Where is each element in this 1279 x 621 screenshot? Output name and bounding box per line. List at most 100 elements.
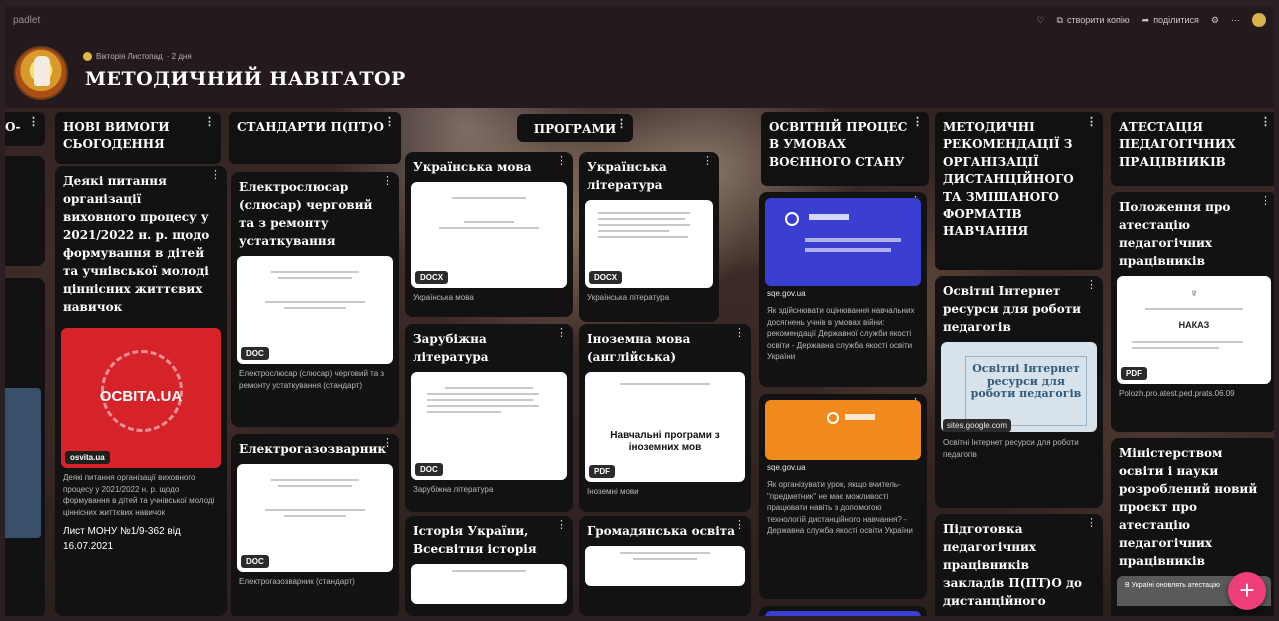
post-title: Міністерством освіти і науки розроблений… xyxy=(1119,446,1258,568)
section-header-2[interactable]: СТАНДАРТИ П(ПТ)О ⋮ xyxy=(229,112,401,164)
post-card[interactable]: ⋮ Освітні Інтернет ресурси для роботи пе… xyxy=(935,276,1103,508)
post-description: Деякі питання організації виховного проц… xyxy=(63,473,215,517)
source-domain: sites.google.com xyxy=(935,418,1103,433)
padlet-brand[interactable]: padlet xyxy=(13,15,40,26)
post-card[interactable]: ⋮ sqe.gov.ua Як організувати урок, якщо … xyxy=(759,394,927,599)
author-line: Вікторія Листопад · 2 дня xyxy=(83,52,192,61)
post-card[interactable]: ⋮ Українська мова DOCX Українська мова xyxy=(405,152,573,317)
kebab-icon[interactable]: ⋮ xyxy=(1086,518,1097,529)
avatar[interactable] xyxy=(1252,13,1266,27)
post-card[interactable] xyxy=(5,278,45,616)
kebab-icon[interactable]: ⋮ xyxy=(204,116,215,127)
osvita-logo-image: ОСВІТА.UA osvita.ua xyxy=(61,328,221,468)
share-label: поділитися xyxy=(1153,15,1199,25)
kebab-icon[interactable]: ⋮ xyxy=(556,156,567,167)
kebab-icon[interactable]: ⋮ xyxy=(1086,280,1097,291)
post-description: Зарубіжна література xyxy=(413,485,494,494)
section-header-1[interactable]: НОВІ ВИМОГИ СЬОГОДЕННЯ ⋮ xyxy=(55,112,221,164)
post-title: Електрогазозварник xyxy=(239,442,387,456)
banner-line xyxy=(805,248,891,252)
kebab-icon[interactable]: ⋮ xyxy=(210,170,221,181)
building-image xyxy=(5,388,41,538)
board-logo xyxy=(14,46,68,100)
document-preview: DOC xyxy=(411,372,567,480)
section-header-5[interactable]: МЕТОДИЧНІ РЕКОМЕНДАЦІЇ З ОРГАНІЗАЦІЇ ДИС… xyxy=(935,112,1103,270)
kebab-icon[interactable]: ⋮ xyxy=(28,116,39,127)
section-title: НОВІ ВИМОГИ СЬОГОДЕННЯ xyxy=(63,120,170,152)
kebab-icon[interactable]: ⋮ xyxy=(616,118,627,129)
post-description: Іноземні мови xyxy=(587,487,639,496)
author-name[interactable]: Вікторія Листопад xyxy=(96,52,163,61)
post-card[interactable]: ⋮ Електрослюсар (слюсар) черговий та з р… xyxy=(231,172,399,427)
add-post-button[interactable]: + xyxy=(1228,572,1266,610)
post-card[interactable]: ⋮ Підготовка педагогічних працівників за… xyxy=(935,514,1103,616)
document-preview: DOCX xyxy=(585,200,713,288)
kebab-icon[interactable]: ⋮ xyxy=(912,116,923,127)
remake-label: створити копію xyxy=(1066,15,1130,25)
kebab-icon[interactable]: ⋮ xyxy=(1260,196,1271,207)
post-title: Положення про атестацію педагогічних пра… xyxy=(1119,200,1231,268)
post-card[interactable]: ⋮ sqe.gov.ua Як здійснювати оцінювання н… xyxy=(759,192,927,387)
section-title: О- xyxy=(5,120,21,134)
section-header-4[interactable]: ОСВІТНІЙ ПРОЦЕС В УМОВАХ ВОЄННОГО СТАНУ … xyxy=(761,112,929,186)
section-header-3[interactable]: ПРОГРАМИ ⋮ xyxy=(517,114,633,142)
section-header-6[interactable]: АТЕСТАЦІЯ ПЕДАГОГІЧНИХ ПРАЦІВНИКІВ ⋮ xyxy=(1111,112,1274,186)
heart-icon[interactable]: ♡ xyxy=(1036,15,1044,26)
post-card[interactable] xyxy=(759,606,927,616)
post-card[interactable]: ⋮ Положення про атестацію педагогічних п… xyxy=(1111,192,1274,432)
post-title: Підготовка педагогічних працівників закл… xyxy=(943,522,1082,608)
file-type-badge: PDF xyxy=(1121,367,1147,380)
more-button[interactable]: ··· xyxy=(1231,15,1240,25)
section-header-0[interactable]: О- ⋮ xyxy=(5,112,45,146)
document-lines xyxy=(601,551,729,564)
banner-line xyxy=(805,238,901,242)
padlet-board: padlet ♡ ⧉ створити копію ➦ поділитися ⚙ ·… xyxy=(5,6,1274,616)
document-preview: DOCX xyxy=(411,182,567,288)
post-card[interactable]: ⋮ Іноземна мова (англійська) Навчальні п… xyxy=(579,324,751,512)
file-type-badge: DOC xyxy=(241,347,269,360)
file-type-badge: PDF xyxy=(589,465,615,478)
thumbnail-heading: Навчальні програми з іноземних мов xyxy=(610,430,720,453)
kebab-icon[interactable]: ⋮ xyxy=(734,328,745,339)
document-heading: НАКАЗ xyxy=(1178,320,1210,330)
kebab-icon[interactable]: ⋮ xyxy=(382,176,393,187)
kebab-icon[interactable]: ⋮ xyxy=(556,520,567,531)
document-lines xyxy=(253,479,378,521)
gear-icon[interactable]: ⚙ xyxy=(1211,15,1219,26)
post-title: Історія України, Всесвітня історія xyxy=(413,524,537,556)
file-type-badge: DOC xyxy=(415,463,443,476)
post-card[interactable]: ⋮ Громадянська освіта xyxy=(579,516,751,616)
source-badge: osvita.ua xyxy=(65,451,110,464)
post-title: Зарубіжна література xyxy=(413,332,489,364)
kebab-icon[interactable]: ⋮ xyxy=(1086,116,1097,127)
post-description: Як здійснювати оцінювання навчальних дос… xyxy=(767,306,915,362)
post-card[interactable]: ⋮ Зарубіжна література DOC Зарубіжна літ… xyxy=(405,324,573,512)
document-lines xyxy=(426,387,552,417)
post-card[interactable]: ⋮ Деякі питання організації виховного пр… xyxy=(55,166,227,616)
kebab-icon[interactable]: ⋮ xyxy=(1260,116,1271,127)
author-avatar xyxy=(83,52,92,61)
post-title: Деякі питання організації виховного проц… xyxy=(63,174,210,314)
section-title: МЕТОДИЧНІ РЕКОМЕНДАЦІЇ З ОРГАНІЗАЦІЇ ДИС… xyxy=(943,120,1074,239)
banner-line xyxy=(809,214,849,220)
file-type-badge: DOCX xyxy=(589,271,623,284)
kebab-icon[interactable]: ⋮ xyxy=(382,438,393,449)
post-card[interactable]: ⋮ Українська література DOCX Українська … xyxy=(579,152,719,322)
document-lines xyxy=(253,271,378,313)
post-card[interactable]: ⋮ Електрогазозварник DOC Електрогазозвар… xyxy=(231,434,399,616)
remake-button[interactable]: ⧉ створити копію xyxy=(1057,15,1130,26)
post-footer: Лист МОНУ №1/9-362 від 16.07.2021 xyxy=(63,526,181,553)
banner-line xyxy=(845,414,875,420)
board-title: МЕТОДИЧНИЙ НАВІГАТОР xyxy=(85,68,406,90)
kebab-icon[interactable]: ⋮ xyxy=(556,328,567,339)
share-button[interactable]: ➦ поділитися xyxy=(1142,15,1199,26)
document-lines xyxy=(1132,308,1255,314)
post-description: Українська література xyxy=(587,293,670,302)
post-card[interactable] xyxy=(5,156,45,266)
post-card[interactable]: ⋮ Історія України, Всесвітня історія xyxy=(405,516,573,616)
kebab-icon[interactable]: ⋮ xyxy=(702,156,713,167)
document-preview: DOC xyxy=(237,464,393,572)
kebab-icon[interactable]: ⋮ xyxy=(734,520,745,531)
post-time: · 2 дня xyxy=(166,52,192,61)
kebab-icon[interactable]: ⋮ xyxy=(384,116,395,127)
